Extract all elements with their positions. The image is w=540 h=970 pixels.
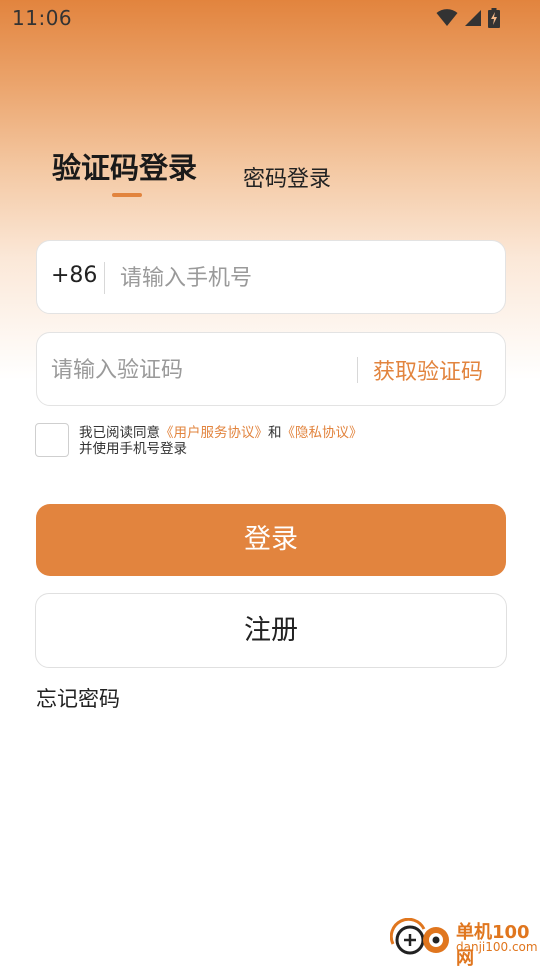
status-bar: 11:06 bbox=[0, 0, 540, 36]
agreement-conjunction: 和 bbox=[268, 425, 282, 441]
verification-code-field: 获取验证码 bbox=[36, 332, 506, 406]
country-code[interactable]: +86 bbox=[51, 263, 97, 288]
phone-input[interactable] bbox=[120, 261, 480, 295]
agreement-text: 我已阅读同意《用户服务协议》和《隐私协议》 并使用手机号登录 bbox=[79, 425, 363, 457]
user-agreement-link[interactable]: 《用户服务协议》 bbox=[160, 425, 268, 441]
agreement-checkbox[interactable] bbox=[35, 423, 69, 457]
active-tab-indicator bbox=[112, 193, 142, 197]
agreement-prefix: 我已阅读同意 bbox=[79, 425, 160, 441]
forgot-password-link[interactable]: 忘记密码 bbox=[36, 683, 120, 713]
agreement-row: 我已阅读同意《用户服务协议》和《隐私协议》 并使用手机号登录 bbox=[35, 423, 505, 463]
watermark: 单机100网 danji100.com bbox=[390, 916, 540, 969]
agreement-suffix: 并使用手机号登录 bbox=[79, 441, 187, 457]
battery-charging-icon bbox=[488, 8, 500, 32]
phone-field: +86 bbox=[36, 240, 506, 314]
divider bbox=[104, 262, 105, 294]
tab-code-login-label: 验证码登录 bbox=[52, 151, 198, 185]
tab-code-login[interactable]: 验证码登录 bbox=[52, 145, 198, 197]
login-button[interactable]: 登录 bbox=[36, 504, 506, 576]
wifi-icon bbox=[436, 9, 458, 31]
get-code-button[interactable]: 获取验证码 bbox=[373, 354, 483, 386]
status-icons bbox=[436, 8, 500, 32]
verification-code-input[interactable] bbox=[51, 353, 341, 387]
privacy-policy-link[interactable]: 《隐私协议》 bbox=[282, 425, 363, 441]
divider bbox=[357, 357, 358, 383]
login-tabs: 验证码登录 密码登录 bbox=[52, 145, 331, 197]
tab-password-login[interactable]: 密码登录 bbox=[243, 161, 331, 193]
watermark-domain: danji100.com bbox=[456, 940, 538, 954]
watermark-logo-icon bbox=[390, 918, 449, 955]
register-button[interactable]: 注册 bbox=[35, 593, 507, 668]
cell-signal-icon bbox=[464, 9, 482, 31]
status-time: 11:06 bbox=[12, 6, 73, 30]
